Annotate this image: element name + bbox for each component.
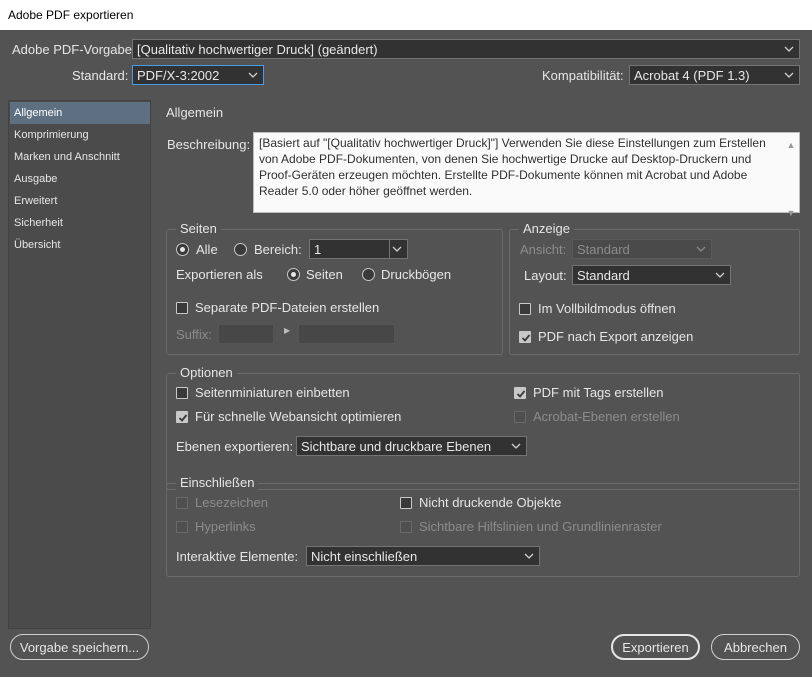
pages-range-combobox[interactable]: 1 (309, 239, 408, 259)
export-button[interactable]: Exportieren (611, 634, 700, 660)
thumbnails-checkbox[interactable] (176, 387, 188, 399)
checkmark-icon (178, 414, 188, 422)
compatibility-label: Kompatibilität: (542, 68, 624, 83)
section-title: Allgemein (166, 105, 224, 120)
sidebar-item-sicherheit[interactable]: Sicherheit (10, 212, 150, 234)
pages-range-value: 1 (314, 242, 322, 257)
compatibility-value: Acrobat 4 (PDF 1.3) (634, 68, 750, 83)
export-pages-radio[interactable] (287, 268, 300, 281)
nonprinting-objects-label: Nicht druckende Objekte (419, 495, 562, 510)
pages-range-label: Bereich: (254, 242, 302, 257)
export-spreads-label: Druckbögen (381, 267, 452, 282)
thumbnails-label: Seitenminiaturen einbetten (195, 385, 350, 400)
hyperlinks-label: Hyperlinks (195, 519, 256, 534)
checkmark-icon (516, 390, 526, 398)
sidebar-item-erweitert[interactable]: Erweitert (10, 190, 150, 212)
chevron-down-icon (511, 441, 521, 451)
export-dialog: Adobe PDF-Vorgabe: [Qualitativ hochwerti… (0, 30, 812, 677)
export-spreads-radio[interactable] (362, 268, 375, 281)
sidebar-item-allgemein[interactable]: Allgemein (10, 102, 150, 124)
sidebar-item-ausgabe[interactable]: Ausgabe (10, 168, 150, 190)
chevron-down-icon (248, 70, 258, 80)
layout-select[interactable]: Standard (572, 265, 731, 285)
layout-label: Layout: (524, 268, 567, 283)
export-layers-label: Ebenen exportieren: (176, 439, 294, 454)
acrobat-layers-checkbox[interactable] (514, 411, 526, 423)
fullscreen-checkbox[interactable] (519, 303, 531, 315)
acrobat-layers-label: Acrobat-Ebenen erstellen (533, 409, 680, 424)
chevron-down-icon (784, 70, 794, 80)
save-preset-button[interactable]: Vorgabe speichern... (10, 634, 149, 660)
view-label: Ansicht: (520, 242, 567, 257)
preset-value: [Qualitativ hochwertiger Druck] (geänder… (137, 42, 378, 57)
export-layers-value: Sichtbare und druckbare Ebenen (301, 439, 492, 454)
view-select[interactable]: Standard (572, 239, 712, 259)
separate-pdf-label: Separate PDF-Dateien erstellen (195, 300, 380, 315)
description-text: [Basiert auf "[Qualitativ hochwertiger D… (259, 136, 766, 198)
nonprinting-objects-checkbox[interactable] (400, 497, 412, 509)
standard-select[interactable]: PDF/X-3:2002 (132, 65, 264, 85)
preset-select[interactable]: [Qualitativ hochwertiger Druck] (geänder… (132, 39, 800, 59)
scroll-down-icon[interactable]: ▼ (785, 205, 797, 221)
hyperlinks-checkbox[interactable] (176, 521, 188, 533)
sidebar-item-marken-und-anschnitt[interactable]: Marken und Anschnitt (10, 146, 150, 168)
tagged-pdf-label: PDF mit Tags erstellen (533, 385, 664, 400)
scroll-up-icon[interactable]: ▲ (785, 137, 797, 153)
pages-range-radio[interactable] (234, 243, 247, 256)
interactive-elements-label: Interaktive Elemente: (176, 549, 299, 564)
suffix-field-1[interactable] (218, 324, 274, 344)
view-after-export-label: PDF nach Export anzeigen (538, 329, 694, 344)
options-group-title: Optionen (176, 365, 237, 380)
chevron-down-icon[interactable] (392, 244, 402, 254)
chevron-down-icon (784, 44, 794, 54)
suffix-label: Suffix: (176, 327, 212, 342)
export-layers-select[interactable]: Sichtbare und druckbare Ebenen (296, 436, 527, 456)
category-sidebar: Allgemein Komprimierung Marken und Ansch… (8, 100, 151, 629)
pages-all-label: Alle (196, 242, 218, 257)
export-pages-label: Seiten (306, 267, 343, 282)
include-group-title: Einschließen (176, 475, 259, 490)
view-value: Standard (577, 242, 630, 257)
window-title: Adobe PDF exportieren (0, 0, 812, 30)
visible-guides-checkbox[interactable] (400, 521, 412, 533)
fast-web-view-label: Für schnelle Webansicht optimieren (195, 409, 402, 424)
separate-pdf-checkbox[interactable] (176, 302, 188, 314)
pages-group-title: Seiten (176, 221, 221, 236)
sidebar-item-uebersicht[interactable]: Übersicht (10, 234, 150, 256)
description-label: Beschreibung: (167, 137, 251, 152)
description-textarea[interactable]: [Basiert auf "[Qualitativ hochwertiger D… (253, 132, 800, 218)
preset-label: Adobe PDF-Vorgabe: (12, 42, 136, 57)
chevron-down-icon (524, 551, 534, 561)
standard-label: Standard: (72, 68, 129, 83)
suffix-field-2[interactable] (298, 324, 395, 344)
interactive-elements-value: Nicht einschließen (311, 549, 418, 564)
fullscreen-label: Im Vollbildmodus öffnen (538, 301, 676, 316)
compatibility-select[interactable]: Acrobat 4 (PDF 1.3) (629, 65, 800, 85)
interactive-elements-select[interactable]: Nicht einschließen (306, 546, 540, 566)
chevron-down-icon (696, 244, 706, 254)
checkmark-icon (521, 334, 531, 342)
layout-value: Standard (577, 268, 630, 283)
chevron-down-icon (715, 270, 725, 280)
bookmarks-checkbox[interactable] (176, 497, 188, 509)
sidebar-item-komprimierung[interactable]: Komprimierung (10, 124, 150, 146)
cancel-button[interactable]: Abbrechen (711, 634, 800, 660)
arrow-right-icon: ▶ (284, 326, 291, 335)
bookmarks-label: Lesezeichen (195, 495, 268, 510)
description-scrollbar[interactable]: ▲ ▼ (785, 137, 797, 218)
tagged-pdf-checkbox[interactable] (514, 387, 526, 399)
view-after-export-checkbox[interactable] (519, 331, 531, 343)
export-as-label: Exportieren als (176, 267, 263, 282)
fast-web-view-checkbox[interactable] (176, 411, 188, 423)
view-group-title: Anzeige (519, 221, 574, 236)
visible-guides-label: Sichtbare Hilfslinien und Grundlinienras… (419, 519, 662, 534)
pages-all-radio[interactable] (176, 243, 189, 256)
standard-value: PDF/X-3:2002 (137, 68, 220, 83)
